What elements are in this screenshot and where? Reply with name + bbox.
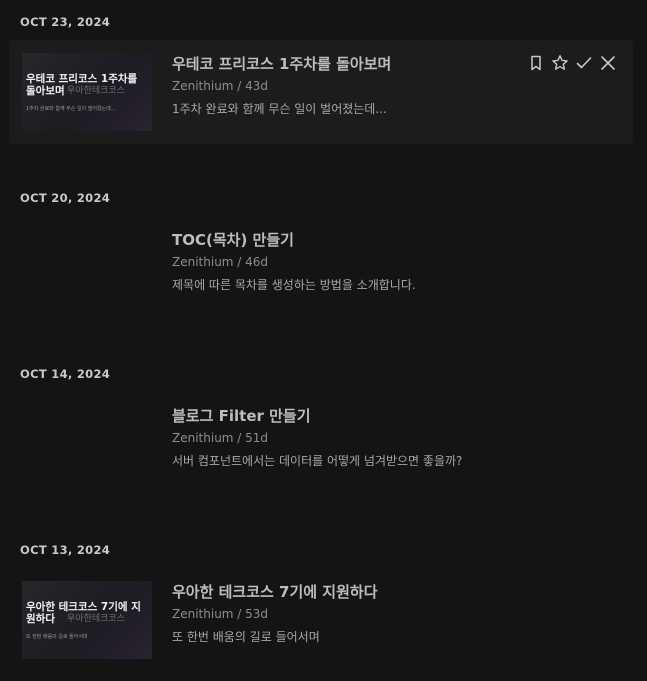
post-author: Zenithium [172,431,234,445]
star-icon[interactable] [551,54,569,72]
post-age: 53d [245,607,269,621]
thumbnail-subtitle: 1주차 완료와 함께 무슨 일이 벌어졌는데... [26,106,116,112]
post-age: 51d [245,431,269,445]
bookmark-icon[interactable] [527,54,545,72]
post-meta: Zenithium / 53d [172,607,268,621]
post-thumbnail[interactable]: 우아한 테크코스 7기에 지원하다 우아한테크코스 또 한번 배움의 길로 들어… [22,581,152,659]
post-thumbnail[interactable]: 우테코 프리코스 1주차를 돌아보며 우아한테크코스 1주차 완료와 함께 무슨… [22,53,152,131]
post-excerpt: 1주차 완료와 함께 무슨 일이 벌어졌는데... [172,102,387,116]
post-title[interactable]: 블로그 Filter 만들기 [172,405,311,426]
post-author: Zenithium [172,79,234,93]
post-age: 46d [245,255,269,269]
date-heading: OCT 20, 2024 [20,191,111,205]
thumbnail-overlay-text: 우아한테크코스 [67,86,125,96]
post-title[interactable]: 우아한 테크코스 7기에 지원하다 [172,581,378,602]
post-title[interactable]: TOC(목차) 만들기 [172,229,294,250]
date-heading: OCT 14, 2024 [20,367,111,381]
post-excerpt: 제목에 따른 목차를 생성하는 방법을 소개합니다. [172,278,416,292]
meta-separator: / [233,431,246,445]
thumbnail-subtitle: 또 한번 배움의 길로 들어서며 [26,634,88,640]
post-author: Zenithium [172,607,234,621]
post-meta: Zenithium / 51d [172,431,268,445]
post-item[interactable]: TOC(목차) 만들기 Zenithium / 46d 제목에 따른 목차를 생… [9,216,633,320]
post-meta: Zenithium / 46d [172,255,268,269]
date-heading: OCT 23, 2024 [20,15,111,29]
meta-separator: / [233,79,246,93]
date-heading: OCT 13, 2024 [20,543,111,557]
post-excerpt: 또 한번 배움의 길로 들어서며 [172,630,320,644]
post-item[interactable]: 블로그 Filter 만들기 Zenithium / 51d 서버 컴포넌트에서… [9,392,633,496]
meta-separator: / [233,255,246,269]
post-item[interactable]: 우아한 테크코스 7기에 지원하다 우아한테크코스 또 한번 배움의 길로 들어… [9,568,633,672]
post-age: 43d [245,79,269,93]
check-icon[interactable] [575,54,593,72]
close-icon[interactable] [599,54,617,72]
post-author: Zenithium [172,255,234,269]
thumbnail-overlay-text: 우아한테크코스 [67,614,125,624]
meta-separator: / [233,607,246,621]
post-actions [527,54,617,72]
post-item[interactable]: 우테코 프리코스 1주차를 돌아보며 우아한테크코스 1주차 완료와 함께 무슨… [9,40,633,144]
post-meta: Zenithium / 43d [172,79,268,93]
post-title[interactable]: 우테코 프리코스 1주차를 돌아보며 [172,53,391,74]
post-excerpt: 서버 컴포넌트에서는 데이터를 어떻게 넘겨받으면 좋을까? [172,454,463,468]
